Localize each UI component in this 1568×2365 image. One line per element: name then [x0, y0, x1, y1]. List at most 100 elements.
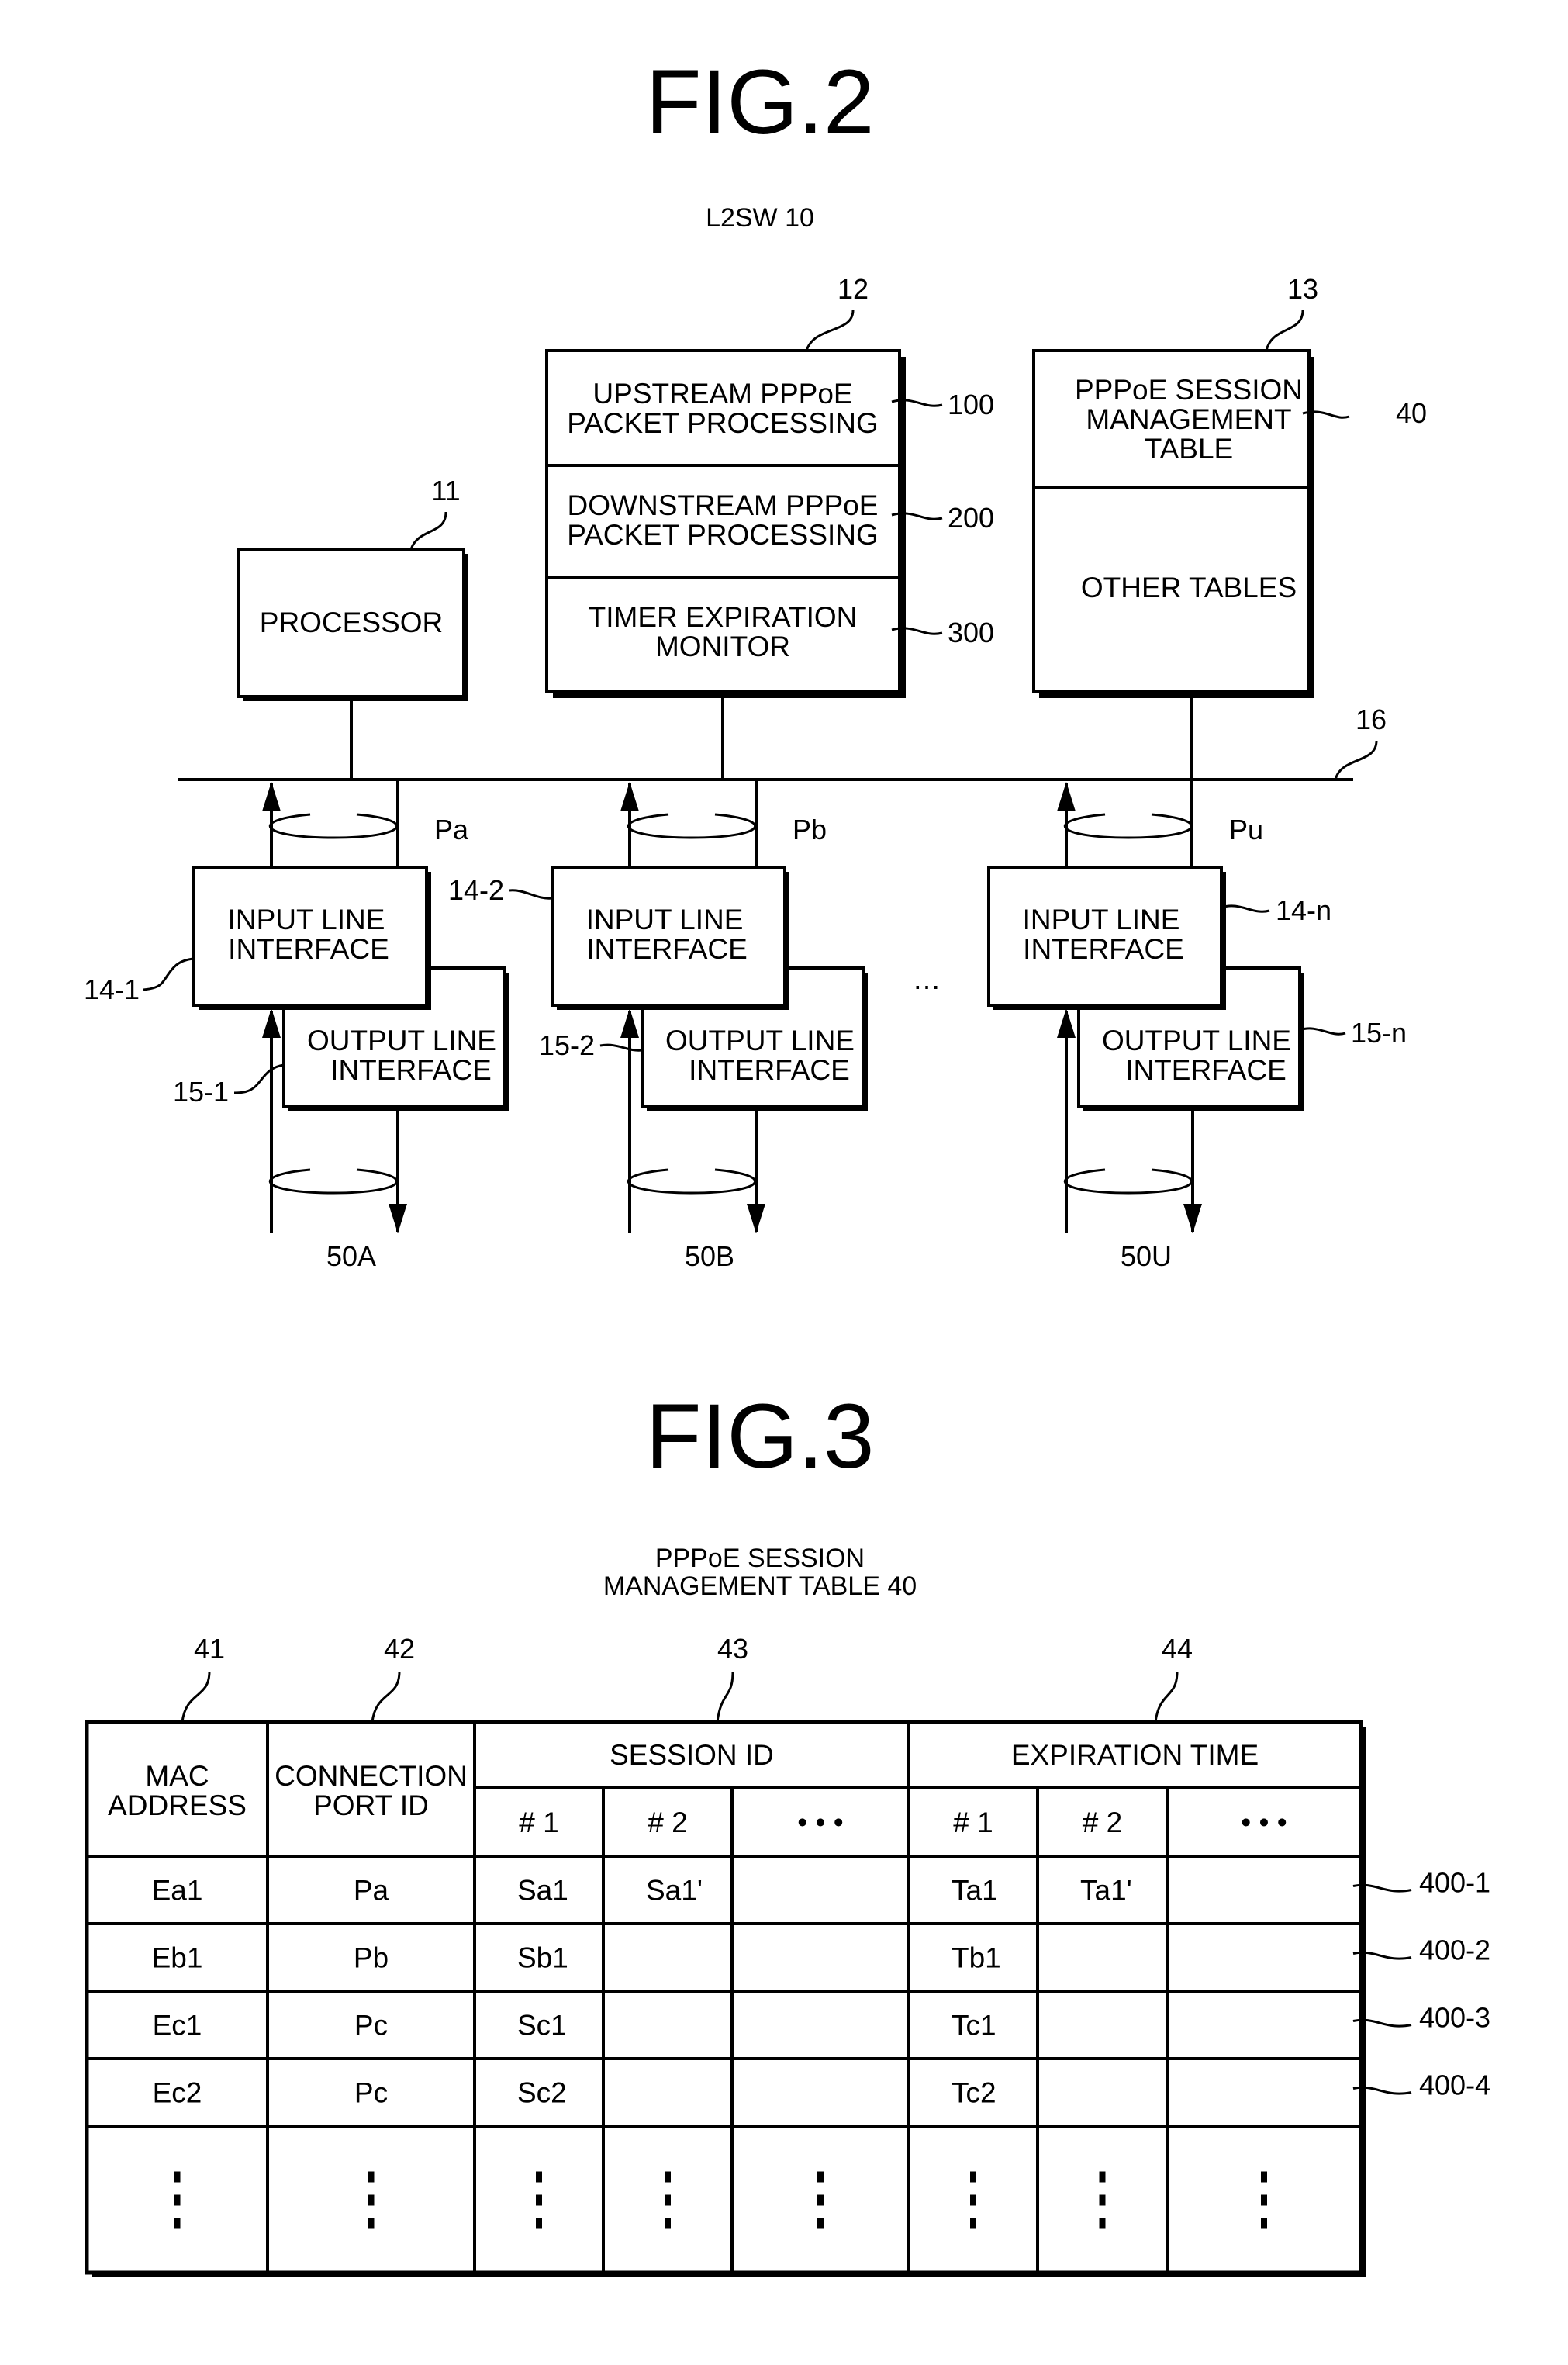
column-ref-43: 43: [717, 1633, 748, 1665]
cell-session-id: Sa1: [517, 1875, 568, 1907]
input-label-2: INTERFACE: [586, 933, 748, 965]
output-ref: 15-1: [173, 1076, 229, 1108]
header-sub-1: # 1: [953, 1807, 993, 1838]
bus-16: 16: [178, 692, 1387, 869]
port-label: Pb: [793, 814, 827, 845]
continuation-dot: [665, 2218, 671, 2229]
column-ref-leader: [716, 1671, 734, 1723]
subscriber-line-label: 50A: [326, 1240, 376, 1272]
cell-connection-port: Pc: [354, 2077, 388, 2109]
continuation-dot: [817, 2218, 824, 2229]
input-label-2: INTERFACE: [1023, 933, 1184, 965]
cell-connection-port: Pc: [354, 2010, 388, 2042]
continuation-dot: [1261, 2171, 1267, 2183]
cell-connection-port: Pa: [354, 1875, 389, 1907]
packet-unit-ref: 12: [838, 273, 869, 305]
bundle-loop-icon: [1064, 813, 1193, 839]
continuation-dot: [536, 2218, 542, 2229]
cell-expiration-time: Tc1: [952, 2010, 996, 2042]
continuation-dot: [970, 2194, 976, 2206]
header-port-1: CONNECTION: [275, 1760, 468, 1792]
bus-ref: 16: [1356, 704, 1387, 735]
table-memory-ref: 13: [1287, 273, 1318, 305]
cell-session-id: Sc2: [517, 2077, 567, 2109]
continuation-dot: [970, 2171, 976, 2183]
upstream-ref: 100: [948, 389, 994, 420]
row-ref: 400-1: [1419, 1867, 1490, 1899]
header-mac-2: ADDRESS: [108, 1789, 247, 1821]
downstream-label-1: DOWNSTREAM PPPoE: [568, 489, 879, 521]
cell-session-id: Sa1': [646, 1875, 703, 1907]
upstream-label-2: PACKET PROCESSING: [567, 407, 879, 439]
cell-mac-address: Ec2: [153, 2077, 202, 2109]
continuation-dot: [817, 2194, 824, 2206]
subscriber-line-label: 50B: [685, 1240, 734, 1272]
output-label-1: OUTPUT LINE: [307, 1025, 496, 1056]
continuation-dot: [174, 2171, 181, 2183]
bundle-loop-icon: [269, 813, 398, 839]
output-label-1: OUTPUT LINE: [665, 1025, 855, 1056]
continuation-dot: [1261, 2218, 1267, 2229]
port-label: Pu: [1229, 814, 1263, 845]
continuation-dot: [368, 2194, 375, 2206]
continuation-dot: [665, 2194, 671, 2206]
patent-drawing: FIG.2 L2SW 10 PROCESSOR 11 UPSTREAM PPPo…: [84, 51, 1490, 2277]
cell-expiration-time: Ta1: [952, 1875, 998, 1907]
continuation-dot: [368, 2218, 375, 2229]
input-label-1: INPUT LINE: [1023, 904, 1180, 935]
arrow-up-icon: [620, 782, 639, 811]
column-ref-44: 44: [1162, 1633, 1193, 1665]
continuation-dot: [174, 2218, 181, 2229]
arrow-up-icon: [1057, 782, 1076, 811]
cell-mac-address: Eb1: [152, 1942, 203, 1974]
column-ref-41: 41: [194, 1633, 225, 1665]
processor-leader: [409, 511, 447, 550]
output-ref: 15-2: [539, 1029, 595, 1061]
header-expiration-time: EXPIRATION TIME: [1011, 1739, 1259, 1771]
fig3-title: FIG.3: [645, 1385, 874, 1488]
header-sub-2: # 2: [1083, 1807, 1122, 1838]
bundle-loop-icon: [627, 813, 756, 839]
arrow-down-icon: [1183, 1204, 1202, 1233]
output-label-2: INTERFACE: [1125, 1054, 1287, 1086]
column-ref-42: 42: [384, 1633, 415, 1665]
port-group-2: OUTPUT LINEINTERFACEINPUT LINEINTERFACEP…: [448, 780, 868, 1272]
cell-session-id: Sc1: [517, 2010, 567, 2042]
header-sub-1: # 1: [519, 1807, 558, 1838]
session-table-label-1: PPPoE SESSION: [1075, 374, 1303, 406]
input-ref: 14-2: [448, 874, 504, 906]
port-group-1: OUTPUT LINEINTERFACEINPUT LINEINTERFACEP…: [84, 780, 509, 1272]
timer-label-1: TIMER EXPIRATION: [589, 601, 858, 633]
timer-label-2: MONITOR: [655, 631, 790, 662]
header-sub-3: • • •: [1241, 1807, 1287, 1838]
port-group-3: OUTPUT LINEINTERFACEINPUT LINEINTERFACEP…: [987, 782, 1407, 1272]
fig2-caption: L2SW 10: [706, 203, 814, 233]
header-session-id: SESSION ID: [610, 1739, 774, 1771]
processor-label: PROCESSOR: [260, 607, 443, 638]
processor-block: PROCESSOR 11: [237, 475, 468, 701]
row-ref: 400-2: [1419, 1935, 1490, 1966]
port-label: Pa: [434, 814, 469, 845]
other-tables-label: OTHER TABLES: [1081, 572, 1297, 603]
fig3-caption-1: PPPoE SESSION: [655, 1544, 865, 1573]
arrow-up-icon: [262, 1008, 281, 1038]
header-sub-3: • • •: [797, 1807, 843, 1838]
continuation-dot: [536, 2171, 542, 2183]
bundle-loop-icon: [269, 1168, 398, 1195]
arrow-down-icon: [747, 1204, 765, 1233]
arrow-up-icon: [620, 1008, 639, 1038]
input-label-1: INPUT LINE: [228, 904, 385, 935]
cell-expiration-time: Ta1': [1080, 1875, 1132, 1907]
upstream-label-1: UPSTREAM PPPoE: [592, 378, 852, 410]
cell-expiration-time: Tc2: [952, 2077, 996, 2109]
input-ref: 14-1: [84, 973, 140, 1005]
session-management-table: MACADDRESS CONNECTIONPORT ID SESSION ID EXP…: [85, 1633, 1490, 2277]
packet-processing-unit: UPSTREAM PPPoE PACKET PROCESSING DOWNSTR…: [545, 273, 994, 698]
continuation-dot: [368, 2171, 375, 2183]
header-port-2: PORT ID: [313, 1789, 429, 1821]
arrow-down-icon: [389, 1204, 407, 1233]
downstream-label-2: PACKET PROCESSING: [567, 519, 879, 551]
column-ref-leader: [371, 1671, 401, 1723]
continuation-dot: [1099, 2194, 1106, 2206]
continuation-dot: [1261, 2194, 1267, 2206]
